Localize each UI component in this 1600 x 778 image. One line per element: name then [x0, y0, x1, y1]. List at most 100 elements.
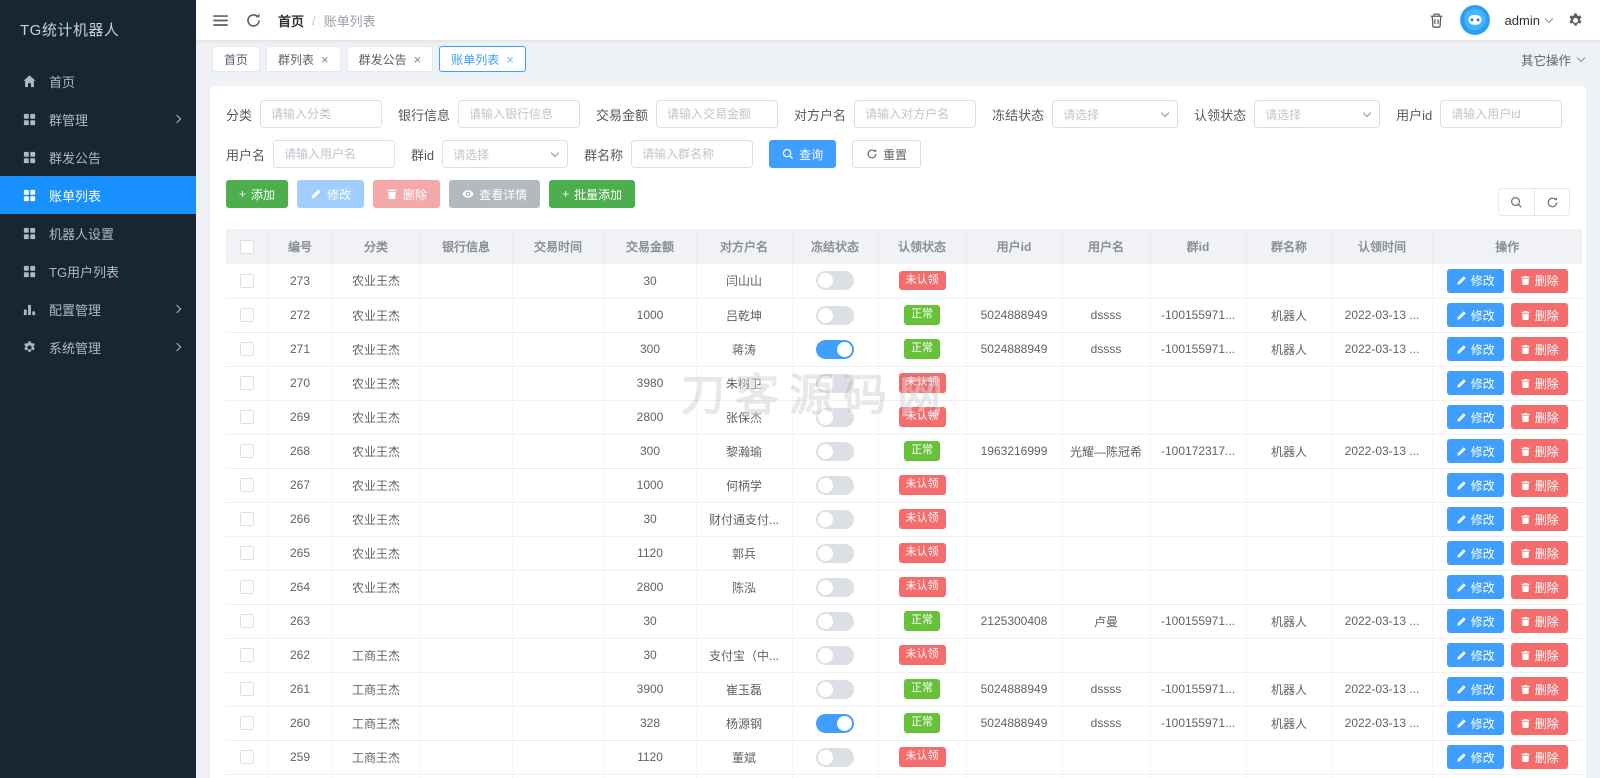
row-checkbox[interactable] — [239, 614, 254, 629]
breadcrumb-home[interactable]: 首页 — [278, 11, 304, 30]
frozen-toggle[interactable] — [816, 713, 854, 733]
frozen-toggle[interactable] — [816, 645, 854, 665]
row-edit-button[interactable]: 修改 — [1446, 371, 1504, 395]
bank-info-input[interactable] — [458, 100, 581, 128]
row-edit-button[interactable]: 修改 — [1446, 575, 1504, 599]
sidebar-item-system-manage[interactable]: 系统管理 — [0, 328, 196, 366]
refresh-icon[interactable] — [245, 12, 262, 29]
user-menu[interactable]: admin — [1505, 13, 1554, 28]
frozen-toggle[interactable] — [816, 339, 854, 359]
trash-icon[interactable] — [1428, 12, 1445, 29]
table-refresh-icon[interactable] — [1534, 189, 1569, 215]
claim-state-select[interactable]: 请选择 — [1254, 100, 1381, 128]
row-delete-button[interactable]: 删除 — [1510, 439, 1568, 463]
sidebar-item-config-manage[interactable]: 配置管理 — [0, 290, 196, 328]
row-edit-button[interactable]: 修改 — [1446, 609, 1504, 633]
row-checkbox[interactable] — [239, 444, 254, 459]
row-delete-button[interactable]: 删除 — [1510, 268, 1568, 293]
row-checkbox[interactable] — [239, 376, 254, 391]
payee-name-input[interactable] — [854, 100, 977, 128]
frozen-toggle[interactable] — [816, 543, 854, 563]
row-delete-button[interactable]: 删除 — [1510, 575, 1568, 599]
row-delete-button[interactable]: 删除 — [1510, 405, 1568, 429]
row-checkbox[interactable] — [239, 750, 254, 765]
row-delete-button[interactable]: 删除 — [1510, 745, 1568, 769]
other-actions-dropdown[interactable]: 其它操作 — [1521, 50, 1586, 69]
row-delete-button[interactable]: 删除 — [1510, 371, 1568, 395]
row-checkbox[interactable] — [239, 512, 254, 527]
row-edit-button[interactable]: 修改 — [1446, 541, 1504, 565]
hamburger-menu-icon[interactable] — [212, 12, 229, 29]
frozen-toggle[interactable] — [816, 679, 854, 699]
row-checkbox[interactable] — [239, 410, 254, 425]
frozen-toggle[interactable] — [816, 407, 854, 427]
frozen-toggle[interactable] — [816, 611, 854, 631]
row-delete-button[interactable]: 删除 — [1510, 643, 1568, 667]
select-all-checkbox[interactable] — [239, 239, 254, 254]
row-checkbox[interactable] — [239, 546, 254, 561]
group-name-input[interactable] — [631, 140, 754, 168]
delete-button-disabled[interactable]: 删除 — [373, 180, 441, 208]
row-checkbox[interactable] — [239, 274, 254, 289]
tab-home[interactable]: 首页 — [212, 46, 261, 72]
sidebar-item-home[interactable]: 首页 — [0, 62, 196, 100]
row-delete-button[interactable]: 删除 — [1510, 303, 1568, 327]
row-edit-button[interactable]: 修改 — [1446, 507, 1504, 531]
tab-close-icon[interactable]: × — [414, 53, 422, 66]
sidebar-item-tg-user-list[interactable]: TG用户列表 — [0, 252, 196, 290]
row-checkbox[interactable] — [239, 308, 254, 323]
tab-group-list[interactable]: 群列表 × — [266, 46, 341, 72]
tab-close-icon[interactable]: × — [321, 53, 329, 66]
frozen-toggle[interactable] — [816, 475, 854, 495]
row-edit-button[interactable]: 修改 — [1446, 439, 1504, 463]
row-delete-button[interactable]: 删除 — [1510, 541, 1568, 565]
row-delete-button[interactable]: 删除 — [1510, 507, 1568, 531]
frozen-toggle[interactable] — [816, 509, 854, 529]
frozen-toggle[interactable] — [816, 305, 854, 325]
row-edit-button[interactable]: 修改 — [1446, 405, 1504, 429]
row-edit-button[interactable]: 修改 — [1446, 473, 1504, 497]
row-edit-button[interactable]: 修改 — [1446, 268, 1504, 293]
trade-amount-input[interactable] — [656, 100, 779, 128]
table-search-icon[interactable] — [1499, 189, 1534, 215]
row-delete-button[interactable]: 删除 — [1510, 677, 1568, 701]
view-detail-button[interactable]: 查看详情 — [449, 180, 541, 208]
row-checkbox[interactable] — [239, 648, 254, 663]
category-input[interactable] — [260, 100, 383, 128]
frozen-toggle[interactable] — [816, 441, 854, 461]
user-name-input[interactable] — [273, 140, 396, 168]
group-id-select[interactable]: 请选择 — [442, 140, 569, 168]
row-checkbox[interactable] — [239, 478, 254, 493]
add-button[interactable]: + 添加 — [226, 180, 289, 208]
row-edit-button[interactable]: 修改 — [1446, 677, 1504, 701]
row-edit-button[interactable]: 修改 — [1446, 337, 1504, 361]
row-edit-button[interactable]: 修改 — [1446, 303, 1504, 327]
sidebar-item-group-manage[interactable]: 群管理 — [0, 100, 196, 138]
tab-bill-list[interactable]: 账单列表 × — [439, 46, 526, 72]
row-delete-button[interactable]: 删除 — [1510, 337, 1568, 361]
frozen-toggle[interactable] — [816, 373, 854, 393]
avatar[interactable] — [1459, 5, 1490, 35]
row-checkbox[interactable] — [239, 580, 254, 595]
row-edit-button[interactable]: 修改 — [1446, 643, 1504, 667]
row-delete-button[interactable]: 删除 — [1510, 473, 1568, 497]
row-checkbox[interactable] — [239, 716, 254, 731]
settings-gear-icon[interactable] — [1567, 12, 1584, 29]
row-delete-button[interactable]: 删除 — [1510, 609, 1568, 633]
sidebar-item-robot-setting[interactable]: 机器人设置 — [0, 214, 196, 252]
edit-button-disabled[interactable]: 修改 — [297, 180, 365, 208]
user-id-input[interactable] — [1440, 100, 1563, 128]
frozen-state-select[interactable]: 请选择 — [1052, 100, 1179, 128]
tab-close-icon[interactable]: × — [506, 53, 514, 66]
row-delete-button[interactable]: 删除 — [1510, 711, 1568, 735]
row-checkbox[interactable] — [239, 342, 254, 357]
frozen-toggle[interactable] — [816, 577, 854, 597]
tab-group-notice[interactable]: 群发公告 × — [346, 46, 434, 72]
reset-button[interactable]: 重置 — [852, 140, 922, 168]
sidebar-item-group-notice[interactable]: 群发公告 — [0, 138, 196, 176]
query-button[interactable]: 查询 — [769, 140, 837, 168]
sidebar-item-bill-list[interactable]: 账单列表 — [0, 176, 196, 214]
batch-add-button[interactable]: + 批量添加 — [549, 180, 636, 208]
row-edit-button[interactable]: 修改 — [1446, 711, 1504, 735]
frozen-toggle[interactable] — [816, 747, 854, 767]
